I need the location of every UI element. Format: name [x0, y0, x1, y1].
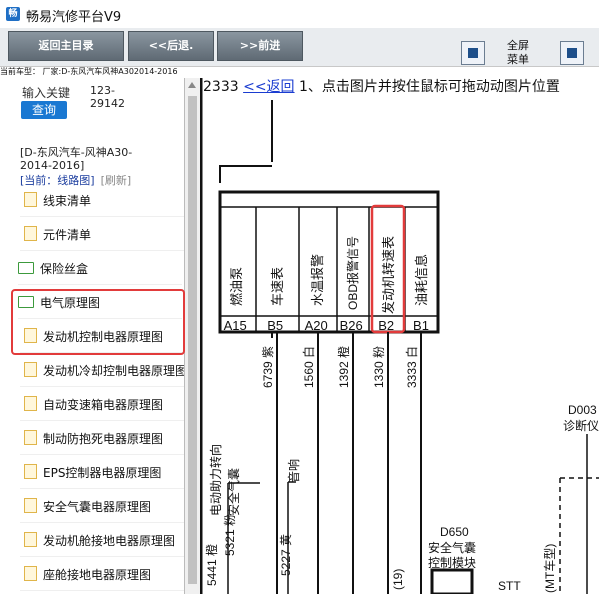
- query-button[interactable]: 查询: [21, 101, 67, 119]
- search-input[interactable]: 123- 29142: [90, 84, 125, 110]
- sidebar-item-label: 座舱接地电器原理图: [43, 568, 152, 582]
- label-airbag: 安全气囊: [226, 468, 241, 516]
- document-icon: [24, 532, 37, 547]
- sidebar-item-components[interactable]: 元件清单: [20, 220, 184, 251]
- search-label: 输入关键: [22, 86, 71, 100]
- label-d650-desc1: 安全气囊: [428, 540, 476, 555]
- pin-b2: B2: [378, 318, 394, 333]
- wire-1330: 1330 粉: [372, 346, 386, 388]
- label-stt: STT: [498, 579, 521, 593]
- sidebar-model-line2: 2014-2016]: [20, 159, 85, 172]
- label-tachometer: 发动机转速表: [381, 236, 396, 314]
- scroll-up-icon[interactable]: [188, 82, 196, 88]
- sidebar-item-fuse-box[interactable]: 保险丝盒: [18, 254, 182, 285]
- label-eps: 电动助力转向: [208, 444, 223, 516]
- search-value-line2: 29142: [90, 97, 125, 110]
- sidebar-item-label: 保险丝盒: [40, 262, 89, 276]
- sidebar-item-label: 线束清单: [43, 194, 92, 208]
- sidebar-highlight-box: [11, 289, 185, 355]
- document-icon: [24, 362, 37, 377]
- back-button[interactable]: <<后退.: [128, 31, 214, 61]
- home-button[interactable]: 返回主目录: [8, 31, 124, 61]
- sidebar-item-engine-bay-ground[interactable]: 发动机舱接地电器原理图: [20, 526, 184, 557]
- fullscreen-button[interactable]: [461, 41, 485, 65]
- wire-5441: 5441 橙: [204, 544, 219, 586]
- label-d003-desc: 诊断仪: [563, 418, 599, 433]
- menu-toggle-button[interactable]: [560, 41, 584, 65]
- menu-toggle-icon: [567, 48, 577, 58]
- sidebar-item-label: 发动机冷却控制电器原理图: [43, 364, 184, 378]
- sidebar-scrollbar[interactable]: [185, 78, 200, 594]
- wiring-diagram-image[interactable]: A15 B5 A20 B26 B2 B1 燃油泵 车速表 水温报警 OBD报警信…: [200, 78, 599, 594]
- wire-6739: 6739 紫: [261, 346, 275, 388]
- sidebar-item-abs[interactable]: 制动防抱死电器原理图: [20, 424, 184, 455]
- wire-19: (19): [391, 569, 405, 590]
- sidebar-model-line1: [D-东风汽车-风神A30-: [20, 146, 133, 159]
- sidebar-item-label: EPS控制器电器原理图: [43, 466, 162, 480]
- fullscreen-menu-label: 全屏 菜单: [507, 39, 529, 67]
- document-icon: [24, 430, 37, 445]
- sidebar-item-label: 元件清单: [43, 228, 92, 242]
- sidebar-model: [D-东风汽车-风神A30- 2014-2016]: [20, 146, 180, 172]
- sidebar-item-wire-harness[interactable]: 线束清单: [20, 186, 184, 217]
- document-icon: [24, 464, 37, 479]
- label-d650: D650: [440, 525, 469, 539]
- app-logo-icon: 畅: [6, 7, 20, 21]
- fullscreen-label: 全屏: [507, 39, 529, 52]
- sidebar-item-cabin-ground[interactable]: 座舱接地电器原理图: [20, 560, 184, 591]
- fullscreen-icon: [468, 48, 478, 58]
- sidebar-item-auto-transmission[interactable]: 自动变速箱电器原理图: [20, 390, 184, 421]
- pin-b26: B26: [340, 318, 363, 333]
- label-fuel-consumption: 油耗信息: [414, 254, 429, 306]
- pin-b1: B1: [413, 318, 429, 333]
- search-value-line1: 123-: [90, 84, 115, 97]
- pin-a20: A20: [305, 318, 328, 333]
- folder-icon: [18, 262, 34, 274]
- sidebar-item-label: 自动变速箱电器原理图: [43, 398, 164, 412]
- wire-1392: 1392 橙: [336, 346, 351, 388]
- sidebar-item-label: 安全气囊电器原理图: [43, 500, 152, 514]
- wire-3333: 3333 白: [404, 346, 419, 388]
- sidebar-item-label: 制动防抱死电器原理图: [43, 432, 164, 446]
- menu-label: 菜单: [507, 53, 529, 66]
- label-d650-desc2: 控制模块: [428, 556, 476, 570]
- sidebar-item-engine-cooling[interactable]: 发动机冷却控制电器原理图: [20, 356, 184, 387]
- document-icon: [24, 226, 37, 241]
- document-icon: [24, 396, 37, 411]
- current-model-info: 当前车型： 厂家:D-东风汽车风神A302014-2016: [0, 67, 178, 76]
- label-obd-warning: OBD报警信号: [345, 236, 360, 310]
- label-mt-model: (MT车型): [542, 544, 557, 593]
- label-d003: D003: [568, 403, 597, 417]
- app-title: 畅易汽修平台V9: [26, 10, 122, 25]
- sidebar-item-label: 发动机舱接地电器原理图: [43, 534, 176, 548]
- pin-a15: A15: [224, 318, 247, 333]
- scrollbar-thumb[interactable]: [188, 96, 197, 584]
- document-icon: [24, 566, 37, 581]
- document-icon: [24, 498, 37, 513]
- forward-button[interactable]: >>前进: [217, 31, 303, 61]
- document-icon: [24, 192, 37, 207]
- label-fuel-pump: 燃油泵: [229, 267, 244, 306]
- label-audio: 音响: [286, 459, 301, 483]
- wire-1560: 1560 白: [301, 346, 316, 388]
- sidebar-item-airbag[interactable]: 安全气囊电器原理图: [20, 492, 184, 523]
- wire-5227: 5227 黄: [279, 534, 293, 576]
- wiring-diagram-viewer[interactable]: 2333 <<返回 1、点击图片并按住鼠标可拖动动图片位置 A15 B5 A20…: [200, 78, 599, 594]
- label-speedometer: 车速表: [270, 267, 285, 306]
- pin-b5: B5: [267, 318, 283, 333]
- sidebar-item-eps[interactable]: EPS控制器电器原理图: [20, 458, 184, 489]
- wire-5321: 5321 粉: [223, 514, 237, 556]
- label-coolant-warning: 水温报警: [310, 254, 325, 306]
- title-bar: 畅 畅易汽修平台V9: [0, 0, 599, 28]
